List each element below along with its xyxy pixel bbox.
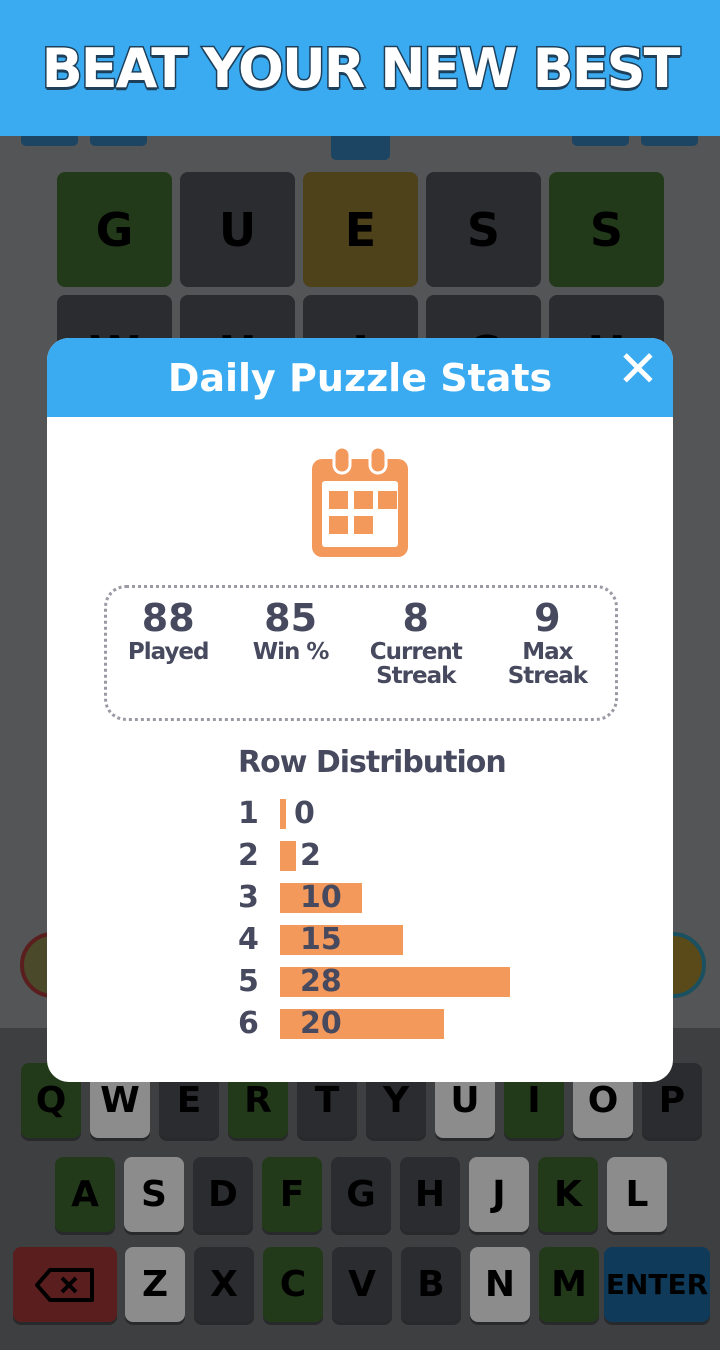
stat-label: Win % bbox=[252, 639, 330, 665]
stat-value: 85 bbox=[264, 596, 318, 640]
key-n[interactable]: N bbox=[470, 1247, 530, 1322]
stat-value: 8 bbox=[402, 596, 429, 640]
row-label: 3 bbox=[238, 880, 259, 915]
banner-title: BEAT YOUR NEW BEST bbox=[40, 35, 682, 101]
key-f[interactable]: F bbox=[262, 1157, 322, 1232]
key-j[interactable]: J bbox=[469, 1157, 529, 1232]
key-d[interactable]: D bbox=[193, 1157, 253, 1232]
board-tile: U bbox=[180, 172, 295, 287]
key-l[interactable]: L bbox=[607, 1157, 667, 1232]
board-tile: S bbox=[549, 172, 664, 287]
distribution-title: Row Distribution bbox=[238, 745, 507, 780]
backspace-key[interactable] bbox=[13, 1247, 117, 1322]
key-a[interactable]: A bbox=[55, 1157, 115, 1232]
stat-value: 9 bbox=[534, 596, 561, 640]
bar-value: 28 bbox=[300, 964, 342, 999]
stat-current-streak: 8 Current Streak bbox=[352, 588, 480, 718]
key-c[interactable]: C bbox=[263, 1247, 323, 1322]
row-label: 2 bbox=[238, 838, 259, 873]
key-v[interactable]: V bbox=[332, 1247, 392, 1322]
distribution-row: 5 28 bbox=[238, 964, 638, 1000]
bar-value: 0 bbox=[294, 796, 315, 831]
stat-label: Max Streak bbox=[507, 639, 588, 689]
key-h[interactable]: H bbox=[400, 1157, 460, 1232]
stat-played: 88 Played bbox=[107, 588, 229, 718]
key-z[interactable]: Z bbox=[125, 1247, 185, 1322]
row-label: 1 bbox=[238, 796, 259, 831]
backspace-icon bbox=[35, 1267, 94, 1302]
calendar-icon bbox=[312, 445, 408, 557]
bar-value: 20 bbox=[300, 1006, 342, 1041]
bar-value: 10 bbox=[300, 880, 342, 915]
key-g[interactable]: G bbox=[331, 1157, 391, 1232]
row-label: 5 bbox=[238, 964, 259, 999]
modal-header: Daily Puzzle Stats bbox=[47, 338, 673, 417]
bar-value: 15 bbox=[300, 922, 342, 957]
stat-label: Current Streak bbox=[369, 639, 463, 689]
stat-value: 88 bbox=[141, 596, 195, 640]
row-label: 6 bbox=[238, 1006, 259, 1041]
stats-modal: Daily Puzzle Stats ✕ 88 Played 85 Win % 8C… bbox=[47, 338, 673, 1082]
key-m[interactable]: M bbox=[539, 1247, 599, 1322]
modal-title: Daily Puzzle Stats bbox=[167, 355, 553, 400]
distribution-row: 3 10 bbox=[238, 880, 638, 916]
board-tile: G bbox=[57, 172, 172, 287]
key-k[interactable]: K bbox=[538, 1157, 598, 1232]
promo-banner: BEAT YOUR NEW BEST bbox=[0, 0, 720, 136]
stat-win-percent: 85 Win % bbox=[229, 588, 351, 718]
board-tile: S bbox=[426, 172, 541, 287]
stat-label: Played bbox=[127, 639, 210, 665]
distribution-row: 10 bbox=[238, 796, 638, 832]
distribution-bar bbox=[280, 841, 297, 871]
distribution-row: 4 15 bbox=[238, 922, 638, 958]
distribution-bar bbox=[280, 799, 286, 829]
key-s[interactable]: S bbox=[124, 1157, 184, 1232]
enter-key[interactable]: ENTER bbox=[604, 1247, 710, 1322]
distribution-row: 22 bbox=[238, 838, 638, 874]
bar-value: 2 bbox=[300, 838, 321, 873]
row-label: 4 bbox=[238, 922, 259, 957]
key-x[interactable]: X bbox=[194, 1247, 254, 1322]
board-tile: E bbox=[303, 172, 418, 287]
stats-summary: 88 Played 85 Win % 8 Current Streak 9 Max St… bbox=[104, 585, 618, 721]
stat-max-streak: 9 Max Streak bbox=[480, 588, 615, 718]
distribution-row: 6 20 bbox=[238, 1006, 638, 1042]
close-icon[interactable]: ✕ bbox=[613, 344, 663, 394]
key-b[interactable]: B bbox=[401, 1247, 461, 1322]
